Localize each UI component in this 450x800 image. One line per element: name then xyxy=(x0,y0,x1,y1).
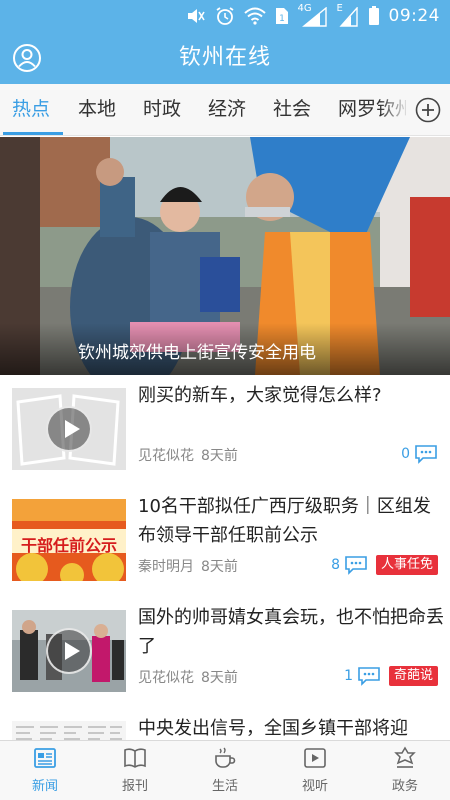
plus-circle-icon xyxy=(415,97,441,123)
nav-life[interactable]: 生活 xyxy=(180,741,270,800)
signal-strength-2-icon: E xyxy=(337,3,359,27)
status-bar: 1 4G E 09:24 xyxy=(0,0,450,32)
news-source: 秦时明月 xyxy=(138,559,194,575)
news-thumbnail xyxy=(12,721,126,740)
signal-strength-icon: 4G xyxy=(298,3,328,27)
nav-label: 视听 xyxy=(301,779,328,794)
hero-banner[interactable]: 钦州城郊供电上街宣传安全用电 xyxy=(0,137,450,375)
nav-label: 报刊 xyxy=(121,779,148,794)
nav-media[interactable]: 视听 xyxy=(270,741,360,800)
category-tag[interactable]: 人事任免 xyxy=(375,555,438,575)
add-channel-button[interactable] xyxy=(406,84,450,135)
news-meta: 见花似花 8天前 xyxy=(138,667,238,687)
news-item[interactable]: 刚买的新车，大家觉得怎么样? 见花似花 8天前 0 xyxy=(0,375,450,493)
hero-caption: 钦州城郊供电上街宣传安全用电 xyxy=(78,343,316,363)
news-stats: 0 xyxy=(401,443,438,465)
comment-icon[interactable] xyxy=(414,444,438,464)
thumbnail-text: 干部任前公示 xyxy=(20,536,117,555)
user-circle-icon[interactable] xyxy=(12,43,42,73)
news-thumbnail xyxy=(12,610,126,692)
tab-society[interactable]: 社会 xyxy=(273,84,311,135)
sim-card-icon: 1 xyxy=(275,8,288,24)
coffee-cup-icon xyxy=(215,747,236,768)
news-time: 8天前 xyxy=(201,448,238,464)
comment-icon[interactable] xyxy=(357,666,381,686)
tab-hot[interactable]: 热点 xyxy=(12,84,50,135)
news-thumbnail: 干部任前公示 xyxy=(12,499,126,581)
video-play-icon xyxy=(304,748,326,768)
news-meta: 见花似花 8天前 xyxy=(138,445,238,465)
bottom-navigation: 新闻 报刊 生活 视听 政务 xyxy=(0,740,450,800)
nav-label: 政务 xyxy=(391,779,418,794)
battery-icon xyxy=(368,6,379,25)
document-thumbnail xyxy=(12,721,126,740)
comment-count: 1 xyxy=(344,668,353,684)
news-thumbnail xyxy=(12,388,126,470)
government-building-icon xyxy=(394,746,416,768)
news-title: 刚买的新车，大家觉得怎么样? xyxy=(138,385,382,406)
play-icon[interactable] xyxy=(46,406,92,452)
nav-label: 生活 xyxy=(211,779,238,794)
news-title: 中央发出信号，全国乡镇干部将迎 xyxy=(138,718,408,739)
category-tabs: 热点 本地 时政 经济 社会 网罗钦州 xyxy=(0,84,450,136)
tab-economy[interactable]: 经济 xyxy=(208,84,246,135)
comment-count: 0 xyxy=(401,446,410,462)
news-source: 见花似花 xyxy=(138,448,194,464)
news-time: 8天前 xyxy=(201,670,238,686)
comment-icon[interactable] xyxy=(344,555,368,575)
news-time: 8天前 xyxy=(201,559,238,575)
tab-local[interactable]: 本地 xyxy=(78,84,116,135)
nav-press[interactable]: 报刊 xyxy=(90,741,180,800)
news-title: 国外的帅哥婧女真会玩，也不怕把命丢了 xyxy=(138,607,444,657)
category-tag[interactable]: 奇葩说 xyxy=(388,666,438,686)
news-title: 10名干部拟任广西厅级职务｜区组发布领导干部任职前公示 xyxy=(138,496,431,546)
hero-caption-overlay: 钦州城郊供电上街宣传安全用电 xyxy=(0,323,450,375)
clock: 09:24 xyxy=(388,6,440,26)
svg-text:1: 1 xyxy=(279,14,285,24)
alarm-icon xyxy=(216,7,233,25)
book-icon xyxy=(124,748,146,768)
news-source: 见花似花 xyxy=(138,670,194,686)
nav-label: 新闻 xyxy=(31,779,58,794)
comment-count: 8 xyxy=(331,557,340,573)
nav-government[interactable]: 政务 xyxy=(360,741,450,800)
app-header: 钦州在线 xyxy=(0,32,450,84)
active-tab-indicator xyxy=(3,132,63,135)
news-item[interactable]: 干部任前公示 10名干部拟任广西厅级职务｜区组发布领导干部任职前公示 秦时明月 8… xyxy=(0,486,450,604)
mute-icon xyxy=(187,9,205,23)
app-title: 钦州在线 xyxy=(178,45,271,70)
nav-news[interactable]: 新闻 xyxy=(0,741,90,800)
play-icon[interactable] xyxy=(46,628,92,674)
news-item[interactable]: 中央发出信号，全国乡镇干部将迎 xyxy=(0,708,450,740)
newspaper-icon xyxy=(34,748,56,768)
wifi-icon xyxy=(243,7,266,25)
news-stats: 1 奇葩说 xyxy=(344,665,438,687)
news-meta: 秦时明月 8天前 xyxy=(138,556,238,576)
tab-politics[interactable]: 时政 xyxy=(143,84,181,135)
news-item[interactable]: 国外的帅哥婧女真会玩，也不怕把命丢了 见花似花 8天前 1 奇葩说 xyxy=(0,597,450,715)
news-stats: 8 人事任免 xyxy=(331,554,438,576)
